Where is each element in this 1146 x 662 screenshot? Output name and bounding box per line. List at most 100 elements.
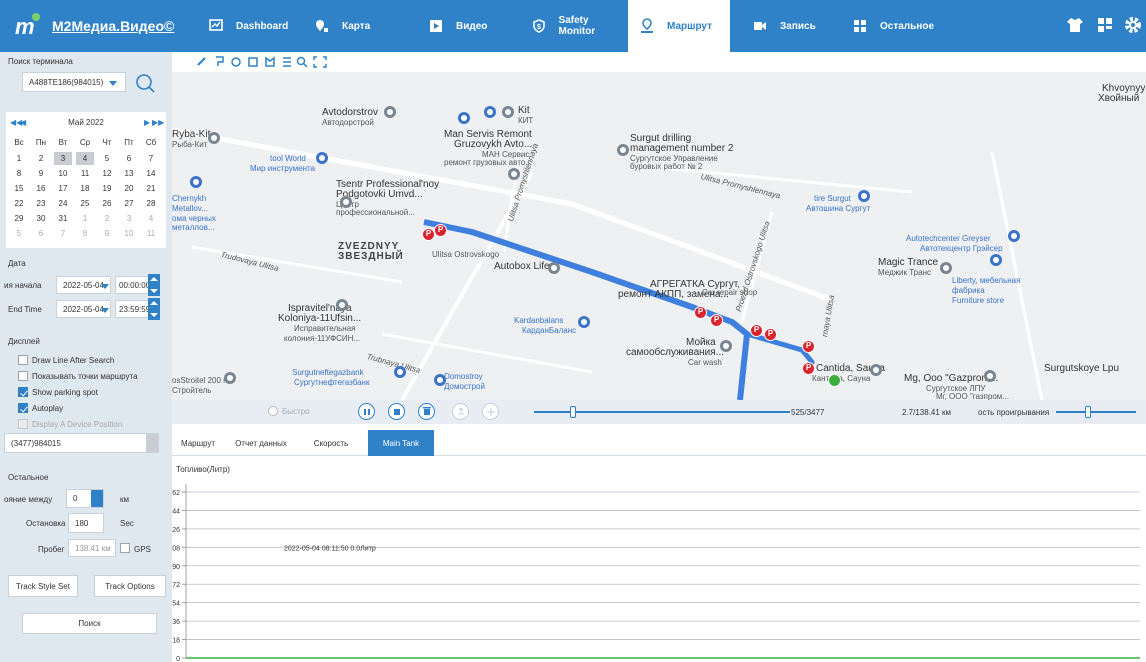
stop-button[interactable] bbox=[388, 403, 405, 420]
search-icon[interactable] bbox=[134, 72, 156, 94]
polygon-tool-icon[interactable] bbox=[265, 56, 275, 67]
route-tool-icon[interactable] bbox=[283, 57, 291, 67]
end-time-input[interactable]: 23:59:59 bbox=[115, 300, 150, 318]
map-poi-pin[interactable] bbox=[617, 144, 629, 156]
calendar-day[interactable]: 3 bbox=[120, 212, 138, 225]
distance-select[interactable]: 0 bbox=[66, 489, 104, 508]
nav-route[interactable]: Маршрут bbox=[628, 0, 730, 52]
map-poi-pin[interactable] bbox=[548, 262, 560, 274]
calendar-day[interactable]: 10 bbox=[120, 227, 138, 240]
device-select[interactable]: (3477)984015 bbox=[4, 433, 159, 453]
tab-route[interactable]: Маршрут bbox=[176, 430, 220, 456]
option-checkbox[interactable] bbox=[18, 355, 28, 365]
option-checkbox[interactable] bbox=[18, 403, 28, 413]
calendar-day[interactable]: 30 bbox=[32, 212, 50, 225]
layout-icon[interactable] bbox=[1096, 16, 1114, 34]
playback-progress-handle[interactable] bbox=[569, 406, 576, 418]
calendar-day[interactable]: 10 bbox=[54, 167, 72, 180]
calendar-day[interactable]: 11 bbox=[76, 167, 94, 180]
calendar-day[interactable]: 14 bbox=[142, 167, 160, 180]
map-poi-pin[interactable] bbox=[190, 176, 202, 188]
calendar-day[interactable]: 9 bbox=[98, 227, 116, 240]
export-button[interactable] bbox=[452, 403, 469, 420]
nav-safety-monitor[interactable]: $ Safety Monitor bbox=[531, 0, 626, 52]
add-button[interactable] bbox=[482, 403, 499, 420]
playback-speed-handle[interactable] bbox=[1085, 406, 1091, 418]
calendar-day[interactable]: 29 bbox=[10, 212, 28, 225]
option-checkbox[interactable] bbox=[18, 371, 28, 381]
map-poi-pin[interactable] bbox=[208, 132, 220, 144]
search-button[interactable]: Поиск bbox=[22, 613, 157, 634]
option-checkbox[interactable] bbox=[18, 419, 28, 429]
calendar-day[interactable]: 11 bbox=[142, 227, 160, 240]
map-poi-pin[interactable] bbox=[458, 112, 470, 124]
tab-main-tank[interactable]: Main Tank bbox=[368, 430, 434, 456]
map-poi-pin[interactable] bbox=[394, 366, 406, 378]
start-time-spinner[interactable] bbox=[148, 274, 160, 296]
app-logo[interactable]: m M2Медиа.Видео© bbox=[12, 10, 174, 42]
calendar-day[interactable]: 20 bbox=[120, 182, 138, 195]
pause-button[interactable] bbox=[358, 403, 375, 420]
calendar-day[interactable]: 22 bbox=[10, 197, 28, 210]
map-poi-pin[interactable] bbox=[940, 262, 952, 274]
calendar-day[interactable]: 3 bbox=[54, 152, 72, 165]
terminal-select[interactable]: А488ТЕ186(984015) bbox=[22, 72, 126, 92]
circle-tool-icon[interactable] bbox=[231, 57, 241, 67]
calendar-day[interactable]: 1 bbox=[10, 152, 28, 165]
playback-speed-track[interactable] bbox=[1056, 411, 1136, 413]
calendar-day[interactable]: 8 bbox=[76, 227, 94, 240]
ruler-icon[interactable] bbox=[197, 57, 206, 66]
calendar-day[interactable]: 12 bbox=[98, 167, 116, 180]
calendar-day[interactable]: 17 bbox=[54, 182, 72, 195]
rectangle-tool-icon[interactable] bbox=[248, 57, 258, 67]
calendar-day[interactable]: 24 bbox=[54, 197, 72, 210]
next-year-icon[interactable]: ▶▶ bbox=[152, 118, 164, 127]
map-poi-pin[interactable] bbox=[336, 299, 348, 311]
calendar-day[interactable]: 8 bbox=[10, 167, 28, 180]
calendar-day[interactable]: 28 bbox=[142, 197, 160, 210]
calendar-day[interactable]: 13 bbox=[120, 167, 138, 180]
calendar-day[interactable]: 2 bbox=[98, 212, 116, 225]
calendar-day[interactable]: 15 bbox=[10, 182, 28, 195]
map-poi-pin[interactable] bbox=[484, 106, 496, 118]
map-poi-pin[interactable] bbox=[1008, 230, 1020, 242]
calendar-day[interactable]: 7 bbox=[142, 152, 160, 165]
gear-icon[interactable] bbox=[1124, 16, 1142, 34]
calendar-day[interactable]: 21 bbox=[142, 182, 160, 195]
map-poi-pin[interactable] bbox=[990, 254, 1002, 266]
parking-marker-icon[interactable]: P bbox=[802, 340, 815, 353]
map-poi-pin[interactable] bbox=[984, 370, 996, 382]
calendar-day[interactable]: 27 bbox=[120, 197, 138, 210]
map-poi-pin[interactable] bbox=[224, 372, 236, 384]
calendar-day[interactable]: 19 bbox=[98, 182, 116, 195]
route-map[interactable]: Avtodorstrov Автодорстрой Kit КИТ Man Servis… bbox=[172, 72, 1146, 400]
calendar-day[interactable]: 31 bbox=[54, 212, 72, 225]
calendar-day[interactable]: 26 bbox=[98, 197, 116, 210]
calendar-day[interactable]: 5 bbox=[98, 152, 116, 165]
calendar-day[interactable]: 5 bbox=[10, 227, 28, 240]
map-poi-pin[interactable] bbox=[384, 106, 396, 118]
fast-radio[interactable] bbox=[268, 406, 278, 416]
nav-map[interactable]: Карта bbox=[314, 0, 394, 52]
nav-video[interactable]: Видео bbox=[428, 0, 508, 52]
nav-record[interactable]: Запись bbox=[752, 0, 832, 52]
parking-marker-icon[interactable]: P bbox=[434, 224, 447, 237]
calendar-day[interactable]: 6 bbox=[120, 152, 138, 165]
start-time-input[interactable]: 00:00:00 bbox=[115, 276, 150, 294]
calendar-day[interactable]: 6 bbox=[32, 227, 50, 240]
calendar-day[interactable]: 1 bbox=[76, 212, 94, 225]
calendar-day[interactable]: 4 bbox=[76, 152, 94, 165]
parking-marker-icon[interactable]: P bbox=[710, 314, 723, 327]
map-poi-pin[interactable] bbox=[508, 168, 520, 180]
track-style-set-button[interactable]: Track Style Set bbox=[8, 575, 78, 597]
map-poi-pin[interactable] bbox=[434, 374, 446, 386]
map-poi-pin[interactable] bbox=[870, 364, 882, 376]
map-poi-pin[interactable] bbox=[858, 190, 870, 202]
map-poi-pin[interactable] bbox=[316, 152, 328, 164]
parking-marker-icon[interactable]: P bbox=[802, 362, 815, 375]
nav-dashboard[interactable]: Dashboard bbox=[208, 0, 298, 52]
calendar-day[interactable]: 16 bbox=[32, 182, 50, 195]
calendar-day[interactable]: 18 bbox=[76, 182, 94, 195]
parking-marker-icon[interactable]: P bbox=[750, 324, 763, 337]
flag-icon[interactable] bbox=[216, 56, 224, 66]
